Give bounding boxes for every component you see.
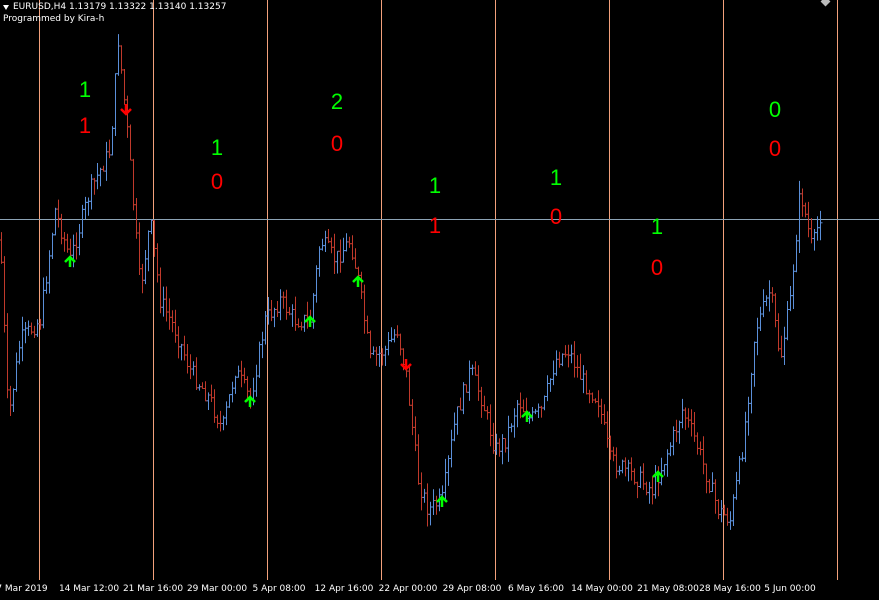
- time-axis: 7 Mar 2019 14 Mar 12:00 21 Mar 16:00 29 Mar…: [0, 580, 879, 600]
- indicator-credit: Programmed by Kira-h: [3, 14, 105, 24]
- time-axis-label: 22 Apr 00:00: [378, 584, 438, 594]
- candlestick-chart[interactable]: [0, 0, 879, 580]
- time-axis-label: 14 May 00:00: [571, 584, 633, 594]
- up-signal-count: 2: [330, 89, 344, 114]
- down-signal-count: 0: [210, 169, 224, 194]
- symbol-info: EURUSD,H4 1.13179 1.13322 1.13140 1.1325…: [13, 2, 227, 12]
- up-signal-count: 1: [428, 173, 442, 198]
- chart-header: EURUSD,H4 1.13179 1.13322 1.13140 1.1325…: [3, 1, 226, 25]
- time-axis-label: 12 Apr 16:00: [314, 584, 374, 594]
- time-axis-label: 21 May 08:00: [637, 584, 699, 594]
- time-axis-label: 6 May 16:00: [508, 584, 564, 594]
- up-signal-count: 1: [78, 77, 92, 102]
- time-axis-label: 7 Mar 2019: [0, 584, 48, 594]
- down-signal-count: 0: [549, 204, 563, 229]
- up-signal-count: 0: [768, 97, 782, 122]
- time-axis-label: 5 Jun 00:00: [764, 584, 816, 594]
- down-signal-count: 0: [330, 131, 344, 156]
- sell-arrow-icon: [120, 104, 132, 116]
- up-signal-count: 1: [210, 135, 224, 160]
- dropdown-triangle-icon[interactable]: [3, 4, 9, 10]
- time-axis-label: 14 Mar 12:00: [58, 584, 120, 594]
- down-signal-count: 0: [650, 255, 664, 280]
- time-axis-label: 21 Mar 16:00: [122, 584, 184, 594]
- down-signal-count: 1: [78, 113, 92, 138]
- down-signal-count: 1: [428, 213, 442, 238]
- time-axis-label: 5 Apr 08:00: [252, 584, 306, 594]
- up-signal-count: 1: [650, 214, 664, 239]
- buy-arrow-icon: [521, 410, 533, 422]
- time-axis-label: 29 Mar 00:00: [186, 584, 248, 594]
- price-chart[interactable]: EURUSD,H4 1.13179 1.13322 1.13140 1.1325…: [0, 0, 879, 580]
- up-signal-count: 1: [549, 165, 563, 190]
- down-signal-count: 0: [768, 136, 782, 161]
- time-axis-label: 29 Apr 08:00: [442, 584, 502, 594]
- time-axis-label: 28 May 16:00: [699, 584, 761, 594]
